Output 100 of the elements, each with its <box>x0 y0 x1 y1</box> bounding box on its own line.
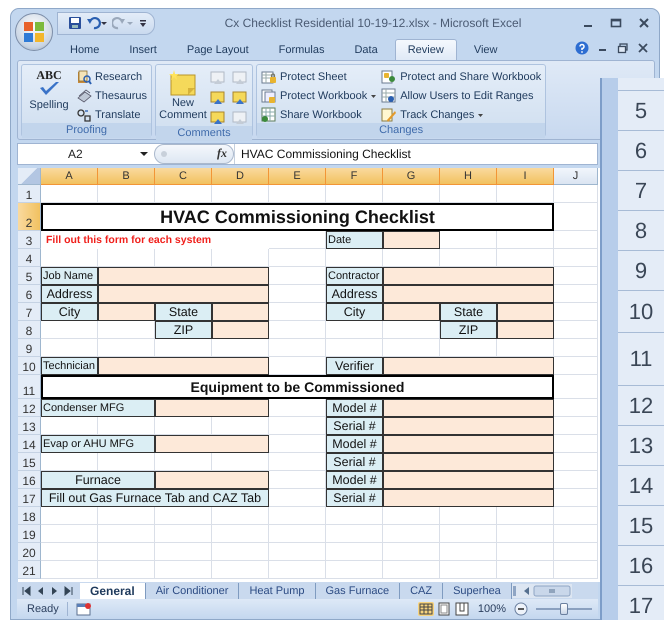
empty-cell[interactable] <box>212 560 269 579</box>
empty-cell[interactable] <box>554 184 598 203</box>
column-header[interactable]: A <box>41 168 98 185</box>
row-header[interactable]: 4 <box>18 248 41 267</box>
empty-cell[interactable] <box>326 560 383 579</box>
ribbon-button[interactable]: Translate <box>76 106 147 123</box>
row-header[interactable]: 7 <box>618 171 664 211</box>
empty-cell[interactable] <box>326 506 383 525</box>
empty-cell[interactable] <box>383 524 440 543</box>
row-header[interactable]: 17 <box>618 586 664 620</box>
fill-in-cell[interactable] <box>383 488 554 507</box>
fill-in-cell[interactable] <box>98 266 269 285</box>
empty-cell[interactable] <box>554 506 598 525</box>
fill-in-cell[interactable] <box>383 284 554 303</box>
last-sheet-icon[interactable] <box>63 586 74 596</box>
column-header[interactable]: J <box>554 168 598 185</box>
zoom-level[interactable]: 100% <box>478 603 506 615</box>
fill-in-cell[interactable] <box>383 230 440 249</box>
row-header[interactable]: 16 <box>18 470 41 489</box>
ribbon-tab[interactable]: View <box>460 38 510 60</box>
fill-in-cell[interactable] <box>383 416 554 435</box>
empty-cell[interactable] <box>155 542 212 561</box>
row-header[interactable]: 21 <box>18 560 41 579</box>
close-icon[interactable] <box>637 42 649 54</box>
fill-in-cell[interactable] <box>212 320 269 339</box>
ribbon-button[interactable]: Share Workbook <box>260 106 378 123</box>
empty-cell[interactable] <box>440 560 497 579</box>
row-header[interactable]: 13 <box>18 416 41 435</box>
insert-function-button[interactable]: fx <box>217 146 227 162</box>
select-all-button[interactable] <box>18 168 41 185</box>
fill-in-cell[interactable] <box>155 470 269 489</box>
empty-cell[interactable] <box>326 320 383 339</box>
empty-cell[interactable] <box>383 506 440 525</box>
horizontal-scrollbar[interactable] <box>512 584 572 598</box>
column-header[interactable]: E <box>269 168 326 185</box>
row-header[interactable]: 6 <box>618 131 664 171</box>
empty-cell[interactable] <box>440 542 497 561</box>
fill-in-cell[interactable] <box>383 452 554 471</box>
fill-in-cell[interactable] <box>383 266 554 285</box>
empty-cell[interactable] <box>155 524 212 543</box>
column-header[interactable]: D <box>212 168 269 185</box>
empty-cell[interactable] <box>269 524 326 543</box>
empty-cell[interactable] <box>98 542 155 561</box>
column-header[interactable]: B <box>98 168 155 185</box>
row-header[interactable]: 19 <box>18 524 41 543</box>
empty-cell[interactable] <box>212 542 269 561</box>
fill-in-cell[interactable] <box>383 470 554 489</box>
empty-cell[interactable] <box>554 338 598 357</box>
ribbon-tab[interactable]: Home <box>57 38 112 60</box>
row-header[interactable]: 8 <box>618 211 664 251</box>
quick-access-toolbar[interactable] <box>57 12 155 35</box>
comment-icon[interactable] <box>210 110 226 126</box>
page-layout-icon[interactable] <box>436 602 452 616</box>
row-header[interactable]: 15 <box>18 452 41 471</box>
row-header[interactable]: 16 <box>618 546 664 586</box>
row-header[interactable]: 18 <box>18 506 41 525</box>
empty-cell[interactable] <box>98 506 155 525</box>
ribbon-tab[interactable]: Review <box>394 38 457 60</box>
empty-cell[interactable] <box>497 542 554 561</box>
empty-cell[interactable] <box>212 524 269 543</box>
empty-cell[interactable] <box>554 248 598 267</box>
ribbon-button[interactable]: Protect Sheet <box>260 68 378 85</box>
row-header[interactable]: 7 <box>18 302 41 321</box>
empty-cell[interactable] <box>554 542 598 561</box>
fill-in-cell[interactable] <box>98 356 269 375</box>
row-header[interactable]: 8 <box>18 320 41 339</box>
ribbon-button[interactable]: Track Changes <box>381 106 542 123</box>
empty-cell[interactable] <box>554 230 598 249</box>
zoom-out-icon[interactable] <box>514 602 528 616</box>
empty-cell[interactable] <box>269 338 326 357</box>
empty-cell[interactable] <box>269 560 326 579</box>
fill-in-cell[interactable] <box>155 398 269 417</box>
sheet-title[interactable]: HVAC Commissioning Checklist <box>41 202 554 231</box>
ribbon-button[interactable]: Protect and Share Workbook <box>381 68 542 85</box>
name-box[interactable]: A2 <box>18 144 154 164</box>
row-header[interactable]: 5 <box>18 266 41 285</box>
fill-in-cell[interactable] <box>98 302 155 321</box>
formula-controls[interactable]: fx <box>154 144 234 164</box>
formula-field[interactable]: HVAC Commissioning Checklist <box>234 144 597 164</box>
column-header[interactable]: I <box>497 168 554 185</box>
row-header[interactable]: 14 <box>18 434 41 453</box>
empty-cell[interactable] <box>269 506 326 525</box>
empty-cell[interactable] <box>440 524 497 543</box>
office-button[interactable] <box>15 13 53 51</box>
ribbon-tab[interactable]: Formulas <box>266 38 338 60</box>
sheet-tab[interactable]: General <box>80 582 146 599</box>
fill-in-cell[interactable] <box>155 434 269 453</box>
record-macro-icon[interactable] <box>66 602 92 616</box>
new-comment-button[interactable]: New Comment <box>160 66 206 126</box>
column-header[interactable]: C <box>155 168 212 185</box>
empty-cell[interactable] <box>326 542 383 561</box>
empty-cell[interactable] <box>269 542 326 561</box>
empty-cell[interactable] <box>497 524 554 543</box>
row-header[interactable]: 12 <box>18 398 41 417</box>
fill-in-cell[interactable] <box>497 302 554 321</box>
ribbon-tab[interactable]: Insert <box>116 38 170 60</box>
empty-cell[interactable] <box>383 560 440 579</box>
empty-cell[interactable] <box>155 506 212 525</box>
save-icon[interactable] <box>68 16 82 30</box>
empty-cell[interactable] <box>155 560 212 579</box>
